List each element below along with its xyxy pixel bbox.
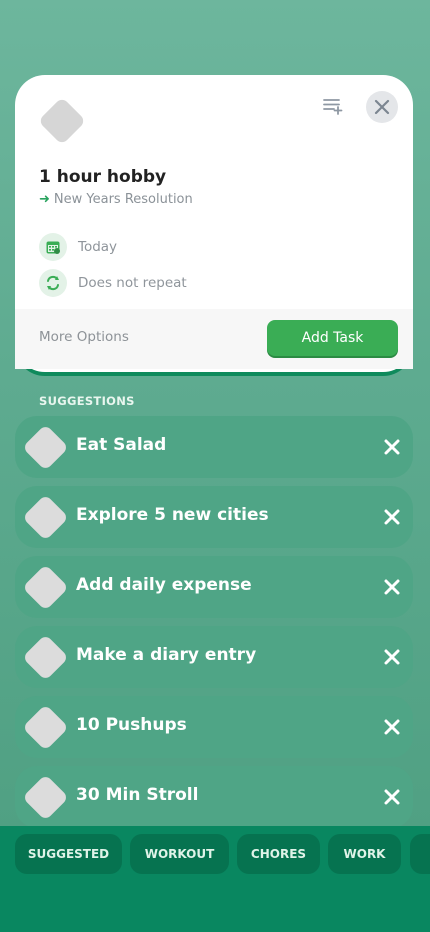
category-tab-suggested[interactable]: SUGGESTED [15, 834, 122, 874]
arrow-right-icon: ➜ [39, 192, 50, 207]
calendar-icon[interactable] [39, 233, 67, 261]
add-to-list-icon[interactable] [322, 97, 344, 115]
suggestion-label: 30 Min Stroll [76, 785, 199, 805]
dismiss-icon[interactable] [383, 788, 401, 806]
goal-label: New Years Resolution [53, 192, 193, 207]
dismiss-icon[interactable] [383, 508, 401, 526]
category-tab-overflow[interactable] [410, 834, 430, 874]
suggestion-label: 10 Pushups [76, 715, 187, 735]
suggestion-item[interactable]: Make a diary entry [15, 626, 413, 688]
suggestion-item[interactable]: Eat Salad [15, 416, 413, 478]
suggestion-item[interactable]: Add daily expense [15, 556, 413, 618]
suggestion-icon [22, 634, 69, 681]
suggestion-icon [22, 704, 69, 751]
more-options-link[interactable]: More Options [39, 329, 129, 345]
repeat-icon[interactable] [39, 269, 67, 297]
dismiss-icon[interactable] [383, 438, 401, 456]
suggestions-heading: SUGGESTIONS [39, 394, 135, 408]
category-tab-workout[interactable]: WORKOUT [130, 834, 229, 874]
dismiss-icon[interactable] [383, 718, 401, 736]
category-tab-chores[interactable]: CHORES [237, 834, 320, 874]
suggestion-item[interactable]: 10 Pushups [15, 696, 413, 758]
suggestion-icon [22, 424, 69, 471]
close-button[interactable] [366, 91, 398, 123]
dismiss-icon[interactable] [383, 578, 401, 596]
goal-link[interactable]: ➜ New Years Resolution [39, 192, 193, 207]
due-date[interactable]: Today [78, 239, 117, 255]
suggestion-icon [22, 564, 69, 611]
add-task-button[interactable]: Add Task [267, 320, 398, 356]
task-title[interactable]: 1 hour hobby [39, 167, 166, 187]
suggestion-icon [22, 494, 69, 541]
suggestion-label: Add daily expense [76, 575, 252, 595]
suggestion-label: Make a diary entry [76, 645, 257, 665]
suggestion-item[interactable]: Explore 5 new cities [15, 486, 413, 548]
dismiss-icon[interactable] [383, 648, 401, 666]
suggestion-item[interactable]: 30 Min Stroll [15, 766, 413, 828]
suggestion-label: Eat Salad [76, 435, 167, 455]
suggestion-icon [22, 774, 69, 821]
suggestion-label: Explore 5 new cities [76, 505, 269, 525]
category-tab-work[interactable]: WORK [328, 834, 401, 874]
repeat-setting[interactable]: Does not repeat [78, 275, 187, 291]
close-icon [374, 99, 390, 115]
